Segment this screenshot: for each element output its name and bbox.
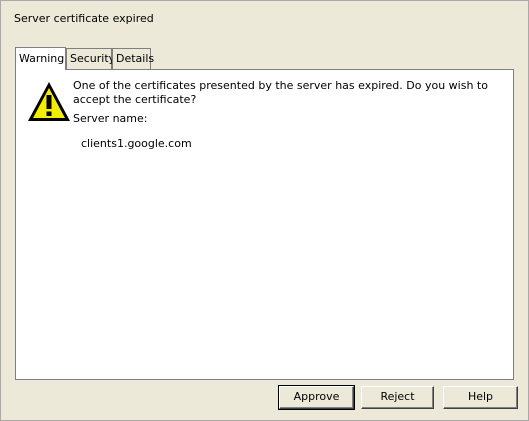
warning-panel: One of the certificates presented by the… xyxy=(15,69,514,380)
reject-button[interactable]: Reject xyxy=(361,386,434,409)
help-button[interactable]: Help xyxy=(443,386,518,409)
server-name-label: Server name: xyxy=(73,112,148,125)
tab-warning[interactable]: Warning xyxy=(15,47,66,70)
tab-security[interactable]: Security xyxy=(66,48,115,69)
approve-button[interactable]: Approve xyxy=(278,385,355,410)
warning-message: One of the certificates presented by the… xyxy=(73,79,488,106)
tab-details[interactable]: Details xyxy=(112,48,154,69)
dialog-title: Server certificate expired xyxy=(14,12,154,25)
warning-triangle-icon xyxy=(28,82,70,121)
certificate-dialog: Server certificate expired Warning Secur… xyxy=(0,0,529,421)
server-name-value: clients1.google.com xyxy=(81,137,192,150)
